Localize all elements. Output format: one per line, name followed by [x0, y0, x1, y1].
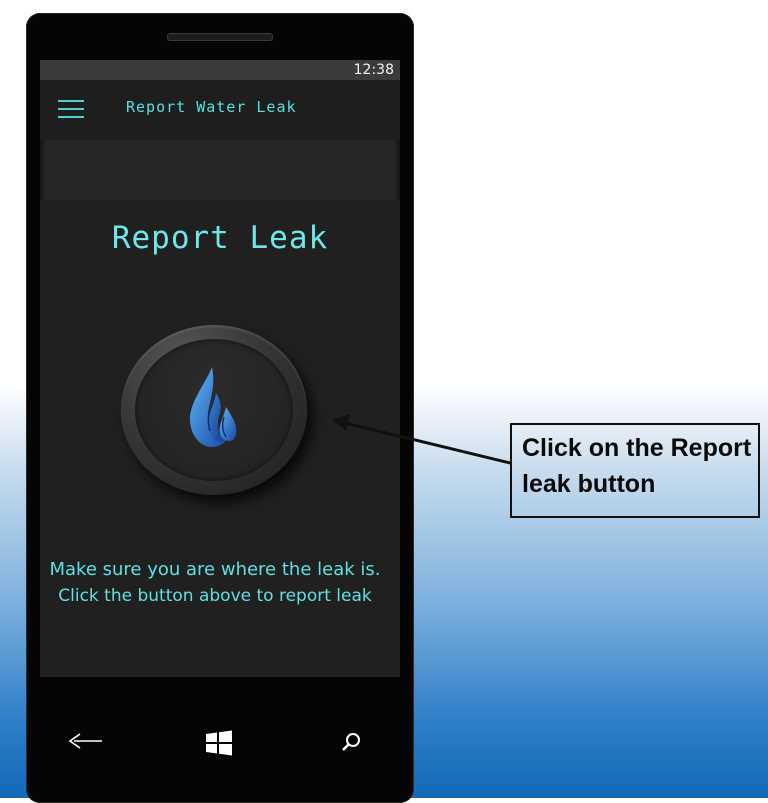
report-leak-button-face[interactable]	[135, 339, 293, 481]
windows-logo-icon[interactable]	[204, 728, 234, 758]
report-leak-button[interactable]	[121, 325, 307, 495]
header-shadow-band	[40, 140, 400, 200]
water-drop-icon	[190, 367, 237, 447]
instruction-line-1: Make sure you are where the leak is.	[49, 559, 381, 580]
app-header: Report Water Leak	[40, 80, 400, 140]
status-bar: 12:38	[40, 60, 400, 80]
hamburger-menu-icon[interactable]	[58, 98, 84, 120]
instruction-line-2: Click the button above to report leak	[58, 586, 372, 606]
phone-speaker	[167, 33, 273, 41]
phone-frame: 12:38 Report Water Leak Report Leak Make…	[26, 13, 414, 803]
page-title: Report Leak	[111, 220, 329, 256]
app-title: Report Water Leak	[126, 98, 297, 116]
callout-text: Click on the Report leak button	[522, 434, 752, 498]
instructions: Make sure you are where the leak is. Cli…	[40, 557, 390, 609]
status-time: 12:38	[353, 62, 394, 78]
back-arrow-icon[interactable]	[66, 729, 106, 753]
phone-screen: 12:38 Report Water Leak Report Leak Make…	[40, 60, 400, 677]
search-icon[interactable]	[340, 731, 362, 753]
callout-box: Click on the Report leak button	[510, 423, 760, 518]
